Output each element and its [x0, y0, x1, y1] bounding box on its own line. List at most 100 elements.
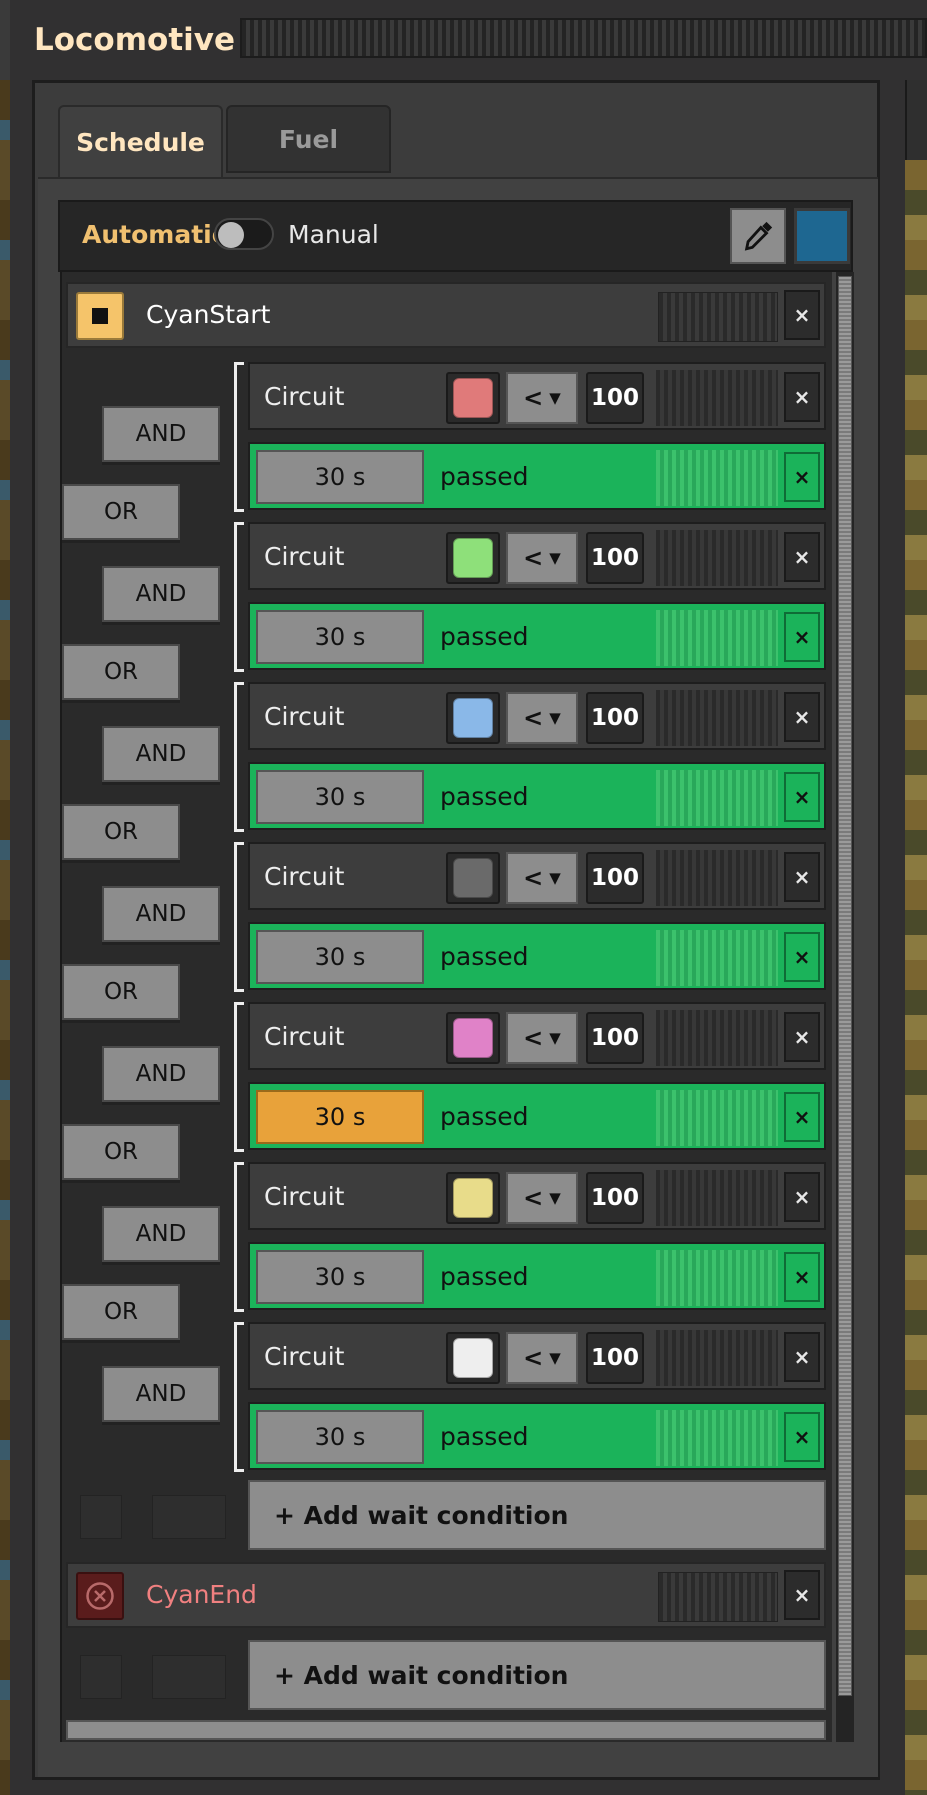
time-value-button[interactable]: 30 s	[256, 930, 424, 984]
condition-drag-handle[interactable]	[656, 1410, 778, 1466]
constant-value-field[interactable]: 100	[586, 1332, 644, 1384]
and-button[interactable]: AND	[102, 726, 220, 782]
tab-fuel[interactable]: Fuel	[226, 105, 391, 173]
and-button[interactable]: AND	[102, 1366, 220, 1422]
constant-value-field[interactable]: 100	[586, 1172, 644, 1224]
condition-drag-handle[interactable]	[656, 450, 778, 506]
add-station-button[interactable]	[66, 1720, 826, 1740]
time-condition[interactable]: 30 s passed ×	[248, 1402, 826, 1470]
and-button[interactable]: AND	[102, 1206, 220, 1262]
mode-toggle[interactable]	[214, 218, 274, 250]
or-button[interactable]: OR	[62, 804, 180, 860]
condition-drag-handle[interactable]	[656, 1330, 778, 1386]
signal-selector[interactable]	[446, 692, 500, 744]
and-button[interactable]: AND	[102, 886, 220, 942]
condition-close-button[interactable]: ×	[784, 1412, 820, 1462]
add-wait-condition-button[interactable]: + Add wait condition	[248, 1640, 826, 1710]
condition-close-button[interactable]: ×	[784, 612, 820, 662]
station-drag-handle[interactable]	[658, 292, 778, 342]
train-color-swatch[interactable]	[794, 208, 850, 264]
time-value-button[interactable]: 30 s	[256, 1410, 424, 1464]
or-button[interactable]: OR	[62, 964, 180, 1020]
condition-drag-handle[interactable]	[656, 530, 778, 586]
time-value-button[interactable]: 30 s	[256, 610, 424, 664]
stop-square-icon[interactable]	[76, 292, 124, 340]
comparator-dropdown[interactable]: < ▼	[506, 1332, 578, 1384]
constant-value-field[interactable]: 100	[586, 372, 644, 424]
constant-value-field[interactable]: 100	[586, 532, 644, 584]
circuit-condition[interactable]: Circuit < ▼ 100 ×	[248, 842, 826, 910]
condition-close-button[interactable]: ×	[784, 772, 820, 822]
station-row-cyanstart[interactable]: CyanStart ×	[66, 282, 826, 348]
circuit-condition[interactable]: Circuit < ▼ 100 ×	[248, 522, 826, 590]
time-condition[interactable]: 30 s passed ×	[248, 1082, 826, 1150]
condition-drag-handle[interactable]	[656, 1170, 778, 1226]
station-row-cyanend[interactable]: CyanEnd ×	[66, 1562, 826, 1628]
comparator-dropdown[interactable]: < ▼	[506, 532, 578, 584]
add-wait-condition-button[interactable]: + Add wait condition	[248, 1480, 826, 1550]
station-drag-handle[interactable]	[658, 1572, 778, 1622]
comparator-dropdown[interactable]: < ▼	[506, 852, 578, 904]
signal-selector[interactable]	[446, 372, 500, 424]
condition-close-button[interactable]: ×	[784, 932, 820, 982]
condition-drag-handle[interactable]	[656, 1250, 778, 1306]
condition-close-button[interactable]: ×	[784, 1172, 820, 1222]
title-bar[interactable]: Locomotive	[10, 4, 927, 76]
condition-close-button[interactable]: ×	[784, 1332, 820, 1382]
signal-selector[interactable]	[446, 1012, 500, 1064]
condition-close-button[interactable]: ×	[784, 852, 820, 902]
time-value-button[interactable]: 30 s	[256, 770, 424, 824]
circuit-condition[interactable]: Circuit < ▼ 100 ×	[248, 1162, 826, 1230]
time-condition[interactable]: 30 s passed ×	[248, 602, 826, 670]
error-circle-icon[interactable]	[76, 1572, 124, 1620]
station-close-button[interactable]: ×	[784, 1570, 820, 1620]
time-condition[interactable]: 30 s passed ×	[248, 922, 826, 990]
and-button[interactable]: AND	[102, 406, 220, 462]
constant-value-field[interactable]: 100	[586, 1012, 644, 1064]
and-button[interactable]: AND	[102, 1046, 220, 1102]
time-value-button[interactable]: 30 s	[256, 450, 424, 504]
time-condition[interactable]: 30 s passed ×	[248, 442, 826, 510]
time-condition[interactable]: 30 s passed ×	[248, 1242, 826, 1310]
signal-selector[interactable]	[446, 532, 500, 584]
condition-drag-handle[interactable]	[656, 1090, 778, 1146]
tab-schedule[interactable]: Schedule	[58, 105, 223, 177]
or-button[interactable]: OR	[62, 484, 180, 540]
circuit-condition[interactable]: Circuit < ▼ 100 ×	[248, 1322, 826, 1390]
condition-drag-handle[interactable]	[656, 770, 778, 826]
or-button[interactable]: OR	[62, 1124, 180, 1180]
condition-drag-handle[interactable]	[656, 1010, 778, 1066]
time-condition[interactable]: 30 s passed ×	[248, 762, 826, 830]
condition-close-button[interactable]: ×	[784, 1252, 820, 1302]
condition-drag-handle[interactable]	[656, 370, 778, 426]
condition-drag-handle[interactable]	[656, 850, 778, 906]
constant-value-field[interactable]: 100	[586, 852, 644, 904]
condition-close-button[interactable]: ×	[784, 532, 820, 582]
condition-close-button[interactable]: ×	[784, 372, 820, 422]
comparator-dropdown[interactable]: < ▼	[506, 372, 578, 424]
condition-drag-handle[interactable]	[656, 930, 778, 986]
condition-close-button[interactable]: ×	[784, 1012, 820, 1062]
circuit-condition[interactable]: Circuit < ▼ 100 ×	[248, 362, 826, 430]
or-button[interactable]: OR	[62, 644, 180, 700]
circuit-condition[interactable]: Circuit < ▼ 100 ×	[248, 682, 826, 750]
scrollbar-thumb[interactable]	[838, 276, 852, 1696]
signal-selector[interactable]	[446, 852, 500, 904]
time-value-button[interactable]: 30 s	[256, 1090, 424, 1144]
title-drag-handle[interactable]	[240, 18, 927, 58]
signal-selector[interactable]	[446, 1172, 500, 1224]
condition-drag-handle[interactable]	[656, 610, 778, 666]
comparator-dropdown[interactable]: < ▼	[506, 1172, 578, 1224]
station-close-button[interactable]: ×	[784, 290, 820, 340]
eyedropper-button[interactable]	[730, 208, 786, 264]
constant-value-field[interactable]: 100	[586, 692, 644, 744]
or-button[interactable]: OR	[62, 1284, 180, 1340]
condition-close-button[interactable]: ×	[784, 1092, 820, 1142]
condition-close-button[interactable]: ×	[784, 452, 820, 502]
circuit-condition[interactable]: Circuit < ▼ 100 ×	[248, 1002, 826, 1070]
condition-drag-handle[interactable]	[656, 690, 778, 746]
signal-selector[interactable]	[446, 1332, 500, 1384]
time-value-button[interactable]: 30 s	[256, 1250, 424, 1304]
and-button[interactable]: AND	[102, 566, 220, 622]
comparator-dropdown[interactable]: < ▼	[506, 1012, 578, 1064]
